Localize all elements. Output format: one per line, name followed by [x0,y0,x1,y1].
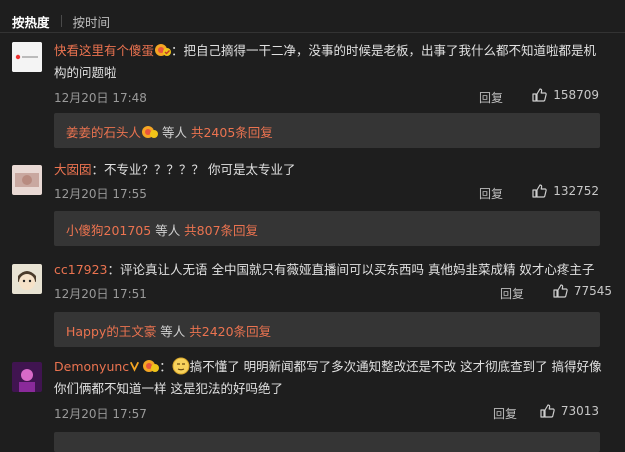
comment-body: Demonyunc：搞不懂了 明明新闻都写了多次通知整改还是不改 这才彻底查到了… [54,356,607,400]
reply-summary[interactable]: 姜姜的石头人 等人 共2405条回复 [54,113,600,148]
reply-button[interactable]: 回复 [500,285,524,302]
avatar[interactable] [12,165,42,195]
reply-username[interactable]: 小傻狗201705 [66,223,151,238]
verified-v-icon [130,361,140,372]
comment-content: ：不专业？？？？？ 你可是太专业了 [91,162,296,177]
username[interactable]: 快看这里有个傻蛋 [54,43,154,58]
reply-button[interactable]: 回复 [479,89,503,106]
colon-text: ： [159,359,172,374]
comment-text: Demonyunc：搞不懂了 明明新闻都写了多次通知整改还是不改 这才彻底查到了… [54,356,607,400]
sort-bar: 按热度 按时间 [12,12,110,30]
reply-button[interactable]: 回复 [479,185,503,202]
comment-meta: 12月20日 17:55 回复 132752 [54,183,599,203]
comment-time: 12月20日 17:48 [54,91,147,105]
like-count: 132752 [553,184,599,198]
avatar[interactable] [12,42,42,72]
like-button[interactable]: 77545 [552,283,612,299]
like-button[interactable]: 73013 [539,403,599,419]
comment-meta: 12月20日 17:57 回复 73013 [54,403,599,423]
like-count: 73013 [560,404,599,418]
sort-separator [60,15,62,27]
reply-mid-text: 等人 [156,324,190,339]
emoji-smile-icon [172,357,190,375]
comment-time: 12月20日 17:55 [54,187,147,201]
avatar[interactable] [12,362,42,392]
reply-mid-text: 等人 [158,125,191,140]
reply-summary[interactable]: Happy的王文豪 等人 共2420条回复 [54,312,600,347]
vip-badge-icon [142,126,159,138]
reply-summary[interactable] [54,432,600,452]
username[interactable]: 大囡囡 [54,162,92,177]
reply-count[interactable]: 共807条回复 [184,223,258,238]
vip-badge-icon [155,44,172,56]
comment-body: 快看这里有个傻蛋 ：把自己摘得一干二净，没事的时候是老板，出事了我什么都不知道啦都… [54,40,607,84]
reply-username[interactable]: Happy的王文豪 [66,324,156,339]
comment-meta: 12月20日 17:48 回复 158709 [54,87,599,107]
reply-count[interactable]: 共2405条回复 [191,125,273,140]
reply-summary[interactable]: 小傻狗201705 等人 共807条回复 [54,211,600,246]
avatar[interactable] [12,264,42,294]
tab-sort-hot[interactable]: 按热度 [12,12,50,31]
reply-username[interactable]: 姜姜的石头人 [66,125,141,140]
thumbs-up-icon [553,284,568,298]
reply-summary-text: Happy的王文豪 等人 共2420条回复 [66,321,271,340]
reply-button[interactable]: 回复 [493,405,517,422]
username[interactable]: Demonyunc [54,359,129,374]
like-count: 158709 [553,88,599,102]
comment-content: ：评论真让人无语 全中国就只有薇娅直播间可以买东西吗 真他妈韭菜成精 奴才心疼主… [107,262,595,277]
username[interactable]: cc17923 [54,262,108,277]
reply-count[interactable]: 共2420条回复 [189,324,271,339]
comment-text: 快看这里有个傻蛋 ：把自己摘得一干二净，没事的时候是老板，出事了我什么都不知道啦都… [54,40,607,84]
comment-text: 大囡囡：不专业？？？？？ 你可是太专业了 [54,159,607,181]
reply-summary-text: 小傻狗201705 等人 共807条回复 [66,220,258,239]
tab-sort-time[interactable]: 按时间 [73,12,111,31]
comment-body: cc17923：评论真让人无语 全中国就只有薇娅直播间可以买东西吗 真他妈韭菜成… [54,259,607,281]
comment-time: 12月20日 17:51 [54,287,147,301]
vip-badge-icon [143,360,160,372]
like-count: 77545 [573,284,612,298]
comment-text: cc17923：评论真让人无语 全中国就只有薇娅直播间可以买东西吗 真他妈韭菜成… [54,259,607,281]
like-button[interactable]: 132752 [531,183,599,199]
thumbs-up-icon [532,184,547,198]
reply-mid-text: 等人 [151,223,185,238]
thumbs-up-icon [540,404,555,418]
divider [0,32,625,33]
thumbs-up-icon [532,88,547,102]
comment-meta: 12月20日 17:51 回复 77545 [54,283,612,303]
reply-summary-text: 姜姜的石头人 等人 共2405条回复 [66,122,273,141]
comment-body: 大囡囡：不专业？？？？？ 你可是太专业了 [54,159,607,181]
like-button[interactable]: 158709 [531,87,599,103]
comment-time: 12月20日 17:57 [54,407,147,421]
